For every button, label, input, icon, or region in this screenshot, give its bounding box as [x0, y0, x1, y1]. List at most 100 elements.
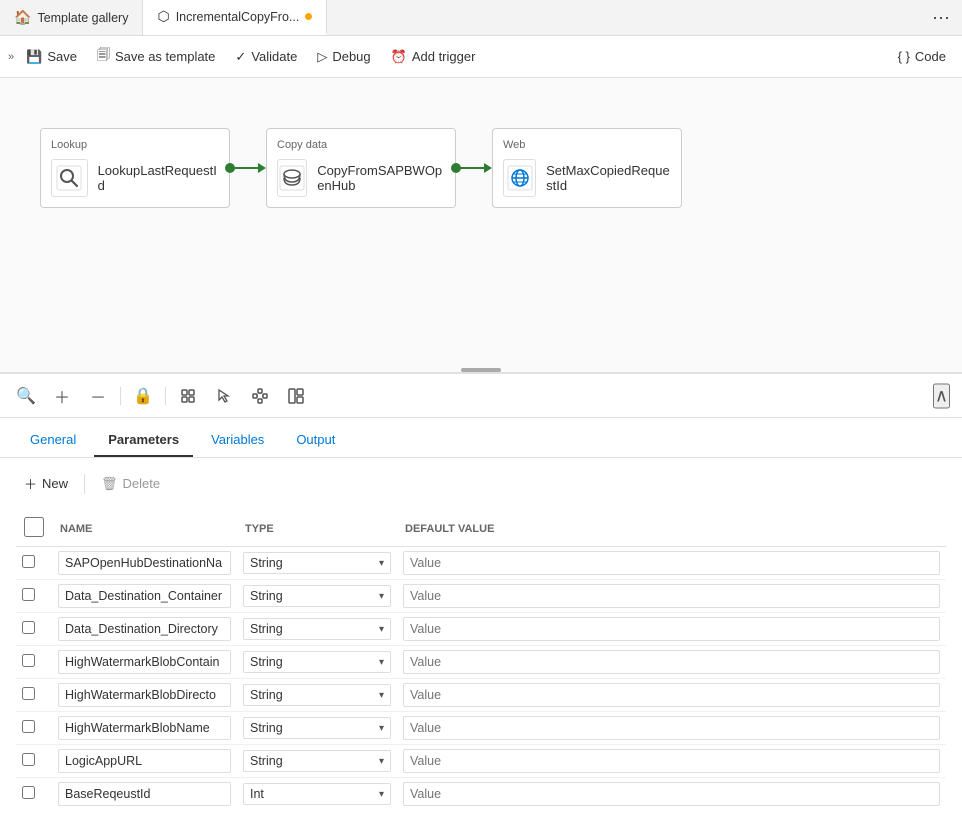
- row-checkbox-cell: [16, 646, 52, 679]
- row-value-input-7[interactable]: [403, 782, 940, 806]
- row-value-input-5[interactable]: [403, 716, 940, 740]
- row-checkbox-2[interactable]: [22, 621, 35, 634]
- tab-variables[interactable]: Variables: [197, 424, 278, 457]
- row-checkbox-6[interactable]: [22, 753, 35, 766]
- row-value-input-1[interactable]: [403, 584, 940, 608]
- validate-button[interactable]: ✓ Validate: [227, 45, 305, 69]
- row-name-input-0[interactable]: [58, 551, 231, 575]
- row-checkbox-cell: [16, 547, 52, 580]
- zoom-in-button[interactable]: ＋: [48, 382, 76, 410]
- row-checkbox-0[interactable]: [22, 555, 35, 568]
- table-row: String ▾: [16, 547, 946, 580]
- tab-template-gallery-label: Template gallery: [37, 11, 128, 25]
- tab-parameters-label: Parameters: [108, 432, 179, 447]
- row-checkbox-cell: [16, 613, 52, 646]
- collapse-panel-button[interactable]: ∧: [933, 383, 950, 408]
- row-name-input-7[interactable]: [58, 782, 231, 806]
- new-parameter-button[interactable]: ＋ New: [16, 470, 76, 497]
- search-zoom-button[interactable]: 🔍: [12, 382, 40, 410]
- zoom-out-button[interactable]: －: [84, 382, 112, 410]
- row-value-cell-1: [397, 580, 946, 613]
- pipeline-icon: ⬡: [157, 8, 169, 25]
- row-type-select-6[interactable]: String ▾: [243, 750, 391, 772]
- debug-label: Debug: [332, 49, 370, 64]
- activity-web-name: SetMaxCopiedRequestId: [546, 163, 671, 193]
- delete-parameter-button[interactable]: 🗑 Delete: [93, 472, 168, 496]
- row-type-select-0[interactable]: String ▾: [243, 552, 391, 574]
- more-tabs-button[interactable]: ···: [920, 0, 962, 36]
- save-button[interactable]: 💾 Save: [18, 45, 85, 69]
- activity-copy-data[interactable]: Copy data CopyFromSAPBWOpenHub: [266, 128, 456, 208]
- lock-button[interactable]: 🔒: [129, 382, 157, 410]
- row-name-input-5[interactable]: [58, 716, 231, 740]
- tab-template-gallery[interactable]: 🏠 Template gallery: [0, 0, 143, 36]
- validate-icon: ✓: [235, 49, 246, 65]
- add-trigger-button[interactable]: ⏰ Add trigger: [383, 45, 484, 69]
- tab-output[interactable]: Output: [282, 424, 349, 457]
- row-type-select-4[interactable]: String ▾: [243, 684, 391, 706]
- save-as-template-icon: 🗐: [97, 46, 110, 68]
- chevron-down-icon: ▾: [379, 624, 384, 635]
- row-checkbox-1[interactable]: [22, 588, 35, 601]
- row-checkbox-cell: [16, 580, 52, 613]
- more-tabs-icon: ···: [932, 7, 950, 28]
- table-row: String ▾: [16, 679, 946, 712]
- drag-handle[interactable]: [461, 368, 501, 372]
- row-checkbox-cell: [16, 745, 52, 778]
- row-name-input-3[interactable]: [58, 650, 231, 674]
- code-button[interactable]: { } Code: [890, 45, 954, 68]
- row-type-select-5[interactable]: String ▾: [243, 717, 391, 739]
- save-as-template-button[interactable]: 🗐 Save as template: [89, 42, 223, 72]
- tab-parameters[interactable]: Parameters: [94, 424, 193, 457]
- row-checkbox-4[interactable]: [22, 687, 35, 700]
- row-type-select-2[interactable]: String ▾: [243, 618, 391, 640]
- row-value-input-0[interactable]: [403, 551, 940, 575]
- validate-label: Validate: [251, 49, 297, 64]
- chevron-down-icon: ▾: [379, 756, 384, 767]
- row-value-input-2[interactable]: [403, 617, 940, 641]
- pipeline-canvas[interactable]: Lookup LookupLastRequestId Copy data: [0, 78, 962, 373]
- arrow-1: [230, 163, 266, 173]
- row-name-input-6[interactable]: [58, 749, 231, 773]
- debug-button[interactable]: ▷ Debug: [309, 45, 378, 69]
- row-value-input-6[interactable]: [403, 749, 940, 773]
- activity-web[interactable]: Web SetMaxCopiedRequestId: [492, 128, 682, 208]
- row-value-cell-6: [397, 745, 946, 778]
- row-checkbox-3[interactable]: [22, 654, 35, 667]
- row-name-input-4[interactable]: [58, 683, 231, 707]
- layout-button[interactable]: [246, 382, 274, 410]
- tab-pipeline[interactable]: ⬡ IncrementalCopyFro...: [143, 0, 327, 35]
- select-button[interactable]: [210, 382, 238, 410]
- params-toolbar: ＋ New 🗑 Delete: [16, 470, 946, 497]
- tab-general[interactable]: General: [16, 424, 90, 457]
- row-name-input-2[interactable]: [58, 617, 231, 641]
- row-type-select-3[interactable]: String ▾: [243, 651, 391, 673]
- row-type-text-1: String: [250, 589, 283, 603]
- parameters-table: NAME TYPE DEFAULT VALUE String: [16, 511, 946, 810]
- row-type-select-1[interactable]: String ▾: [243, 585, 391, 607]
- row-name-input-1[interactable]: [58, 584, 231, 608]
- row-value-input-3[interactable]: [403, 650, 940, 674]
- row-name-cell-6: [52, 745, 237, 778]
- table-row: Int ▾: [16, 778, 946, 811]
- row-value-input-4[interactable]: [403, 683, 940, 707]
- row-type-select-7[interactable]: Int ▾: [243, 783, 391, 805]
- table-row: String ▾: [16, 580, 946, 613]
- row-checkbox-5[interactable]: [22, 720, 35, 733]
- row-checkbox-7[interactable]: [22, 786, 35, 799]
- fit-screen-button[interactable]: [174, 382, 202, 410]
- home-icon: 🏠: [14, 9, 31, 26]
- row-value-cell-0: [397, 547, 946, 580]
- chevron-down-icon: ▾: [379, 558, 384, 569]
- arrow-2: [456, 163, 492, 173]
- debug-layout-button[interactable]: [282, 382, 310, 410]
- tab-general-label: General: [30, 432, 76, 447]
- select-all-checkbox[interactable]: [24, 517, 44, 537]
- save-icon: 💾: [26, 49, 42, 65]
- chevron-down-icon: ▾: [379, 723, 384, 734]
- zoom-sep-2: [165, 387, 166, 405]
- save-label: Save: [47, 49, 77, 64]
- activity-copy-data-name: CopyFromSAPBWOpenHub: [317, 163, 445, 193]
- pipeline-flow: Lookup LookupLastRequestId Copy data: [40, 128, 682, 208]
- activity-lookup[interactable]: Lookup LookupLastRequestId: [40, 128, 230, 208]
